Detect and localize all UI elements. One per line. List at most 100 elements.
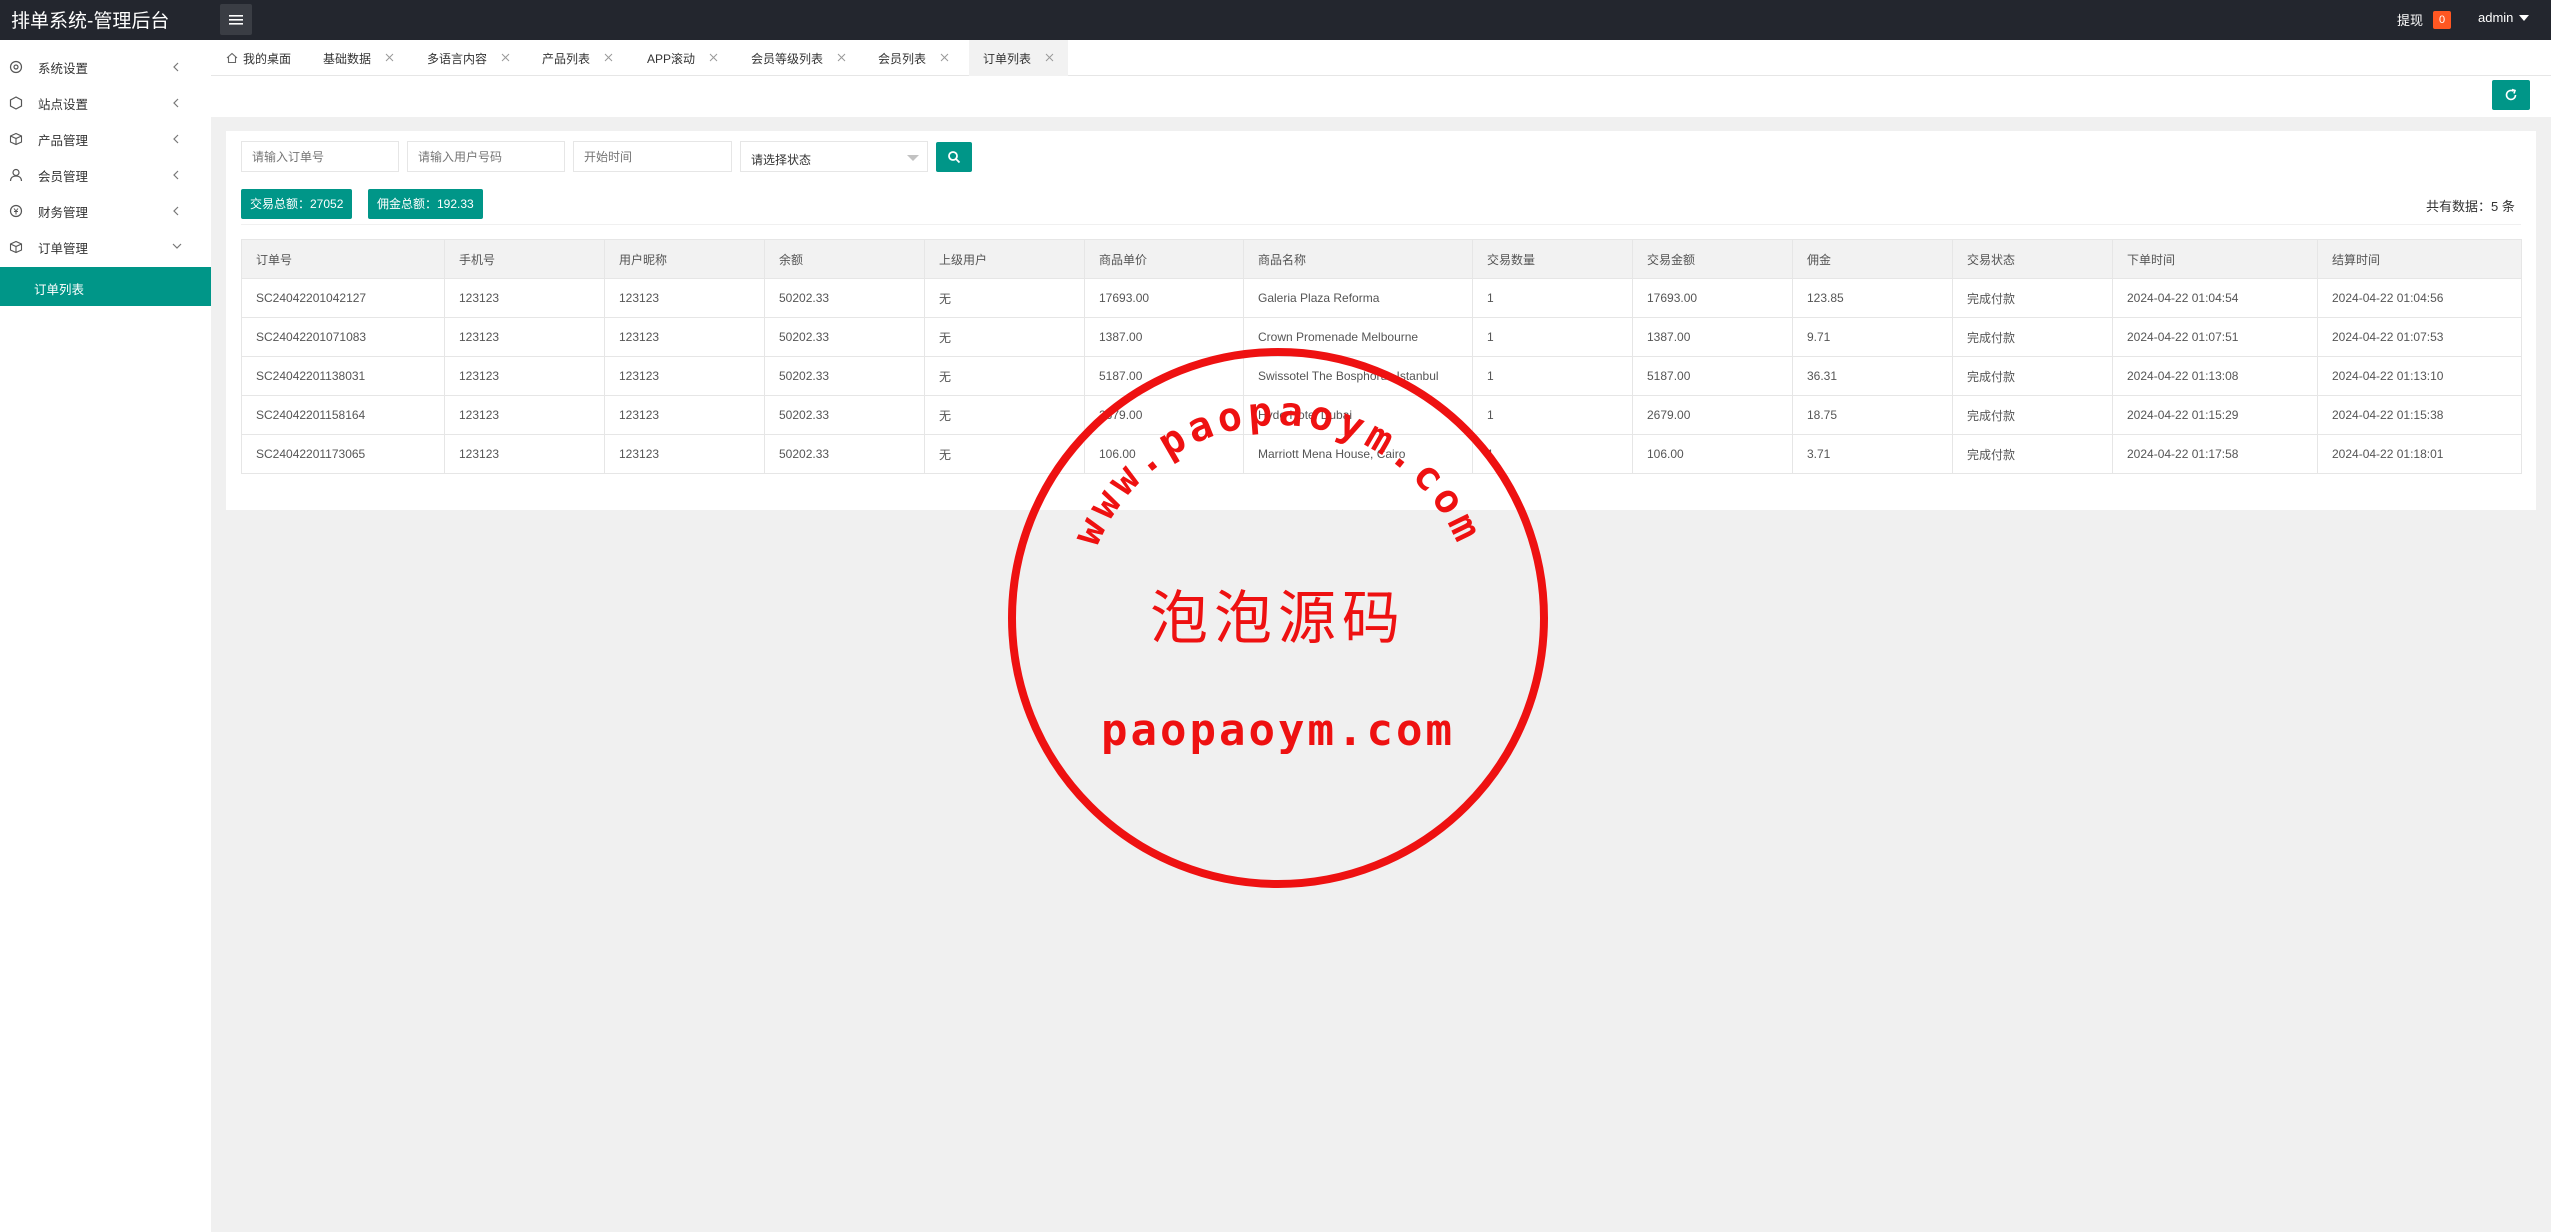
table-cell: 18.75 <box>1792 395 1953 435</box>
withdraw-count-badge: 0 <box>2433 10 2452 29</box>
withdraw-link[interactable]: 提现 0 <box>2397 10 2452 29</box>
search-button[interactable] <box>936 142 972 172</box>
menu-toggle-button[interactable] <box>220 4 252 35</box>
table-cell: 2024-04-22 01:13:10 <box>2317 356 2522 396</box>
table-cell: 9.71 <box>1792 317 1953 357</box>
table-cell: 无 <box>924 434 1085 474</box>
table-cell: 2024-04-22 01:04:56 <box>2317 278 2522 318</box>
sidebar-item-label: 系统设置 <box>38 61 89 76</box>
user-icon <box>9 168 23 182</box>
table-cell: 2024-04-22 01:13:08 <box>2112 356 2318 396</box>
sidebar-item-label: 订单管理 <box>38 241 89 256</box>
table-cell: 完成付款 <box>1952 317 2113 357</box>
tab-product-list[interactable]: 产品列表 <box>542 40 613 76</box>
table-cell: Marriott Mena House, Cairo <box>1243 434 1473 474</box>
sidebar-item-member-management[interactable]: 会员管理 <box>0 157 211 193</box>
table-cell: 2024-04-22 01:15:38 <box>2317 395 2522 435</box>
search-icon <box>948 151 961 164</box>
table-cell: 123123 <box>444 317 605 357</box>
refresh-icon <box>2505 88 2517 101</box>
table-row: SC24042201173065 123123 123123 50202.33 … <box>241 434 2522 474</box>
close-icon[interactable] <box>604 51 613 65</box>
app-title: 排单系统-管理后台 <box>11 11 170 32</box>
table-cell: 123123 <box>604 317 765 357</box>
sidebar-item-label: 财务管理 <box>38 205 89 220</box>
column-header: 用户昵称 <box>604 239 765 279</box>
table-cell: 36.31 <box>1792 356 1953 396</box>
tab-basic-data[interactable]: 基础数据 <box>323 40 394 76</box>
user-phone-input[interactable] <box>407 141 565 172</box>
stamp-bottom-text: paopaoym.com <box>1101 705 1455 756</box>
table-cell: 123.85 <box>1792 278 1953 318</box>
table-cell: SC24042201173065 <box>241 434 445 474</box>
table-cell: 1 <box>1472 356 1633 396</box>
close-icon[interactable] <box>709 51 718 65</box>
table-cell: 123123 <box>444 356 605 396</box>
table-cell: 123123 <box>444 395 605 435</box>
table-cell: 1387.00 <box>1632 317 1793 357</box>
column-header: 交易金额 <box>1632 239 1793 279</box>
table-cell: 无 <box>924 356 1085 396</box>
caret-down-icon <box>907 155 919 161</box>
close-icon[interactable] <box>385 51 394 65</box>
close-icon[interactable] <box>940 51 949 65</box>
sidebar-item-system-settings[interactable]: 系统设置 <box>0 49 211 85</box>
tab-home[interactable]: 我的桌面 <box>226 40 291 76</box>
tab-label: 产品列表 <box>542 51 591 66</box>
tab-app-scroll[interactable]: APP滚动 <box>647 40 718 76</box>
sidebar-item-order-management[interactable]: 订单管理 <box>0 229 211 265</box>
tab-member-list[interactable]: 会员列表 <box>878 40 949 76</box>
table-cell: 50202.33 <box>764 434 925 474</box>
tab-multilang-content[interactable]: 多语言内容 <box>427 40 510 76</box>
order-icon <box>9 240 23 254</box>
chevron-down-icon <box>172 243 182 249</box>
table-cell: 123123 <box>604 356 765 396</box>
column-header: 手机号 <box>444 239 605 279</box>
sidebar-item-product-management[interactable]: 产品管理 <box>0 121 211 157</box>
table-cell: 1 <box>1472 395 1633 435</box>
table-cell: 50202.33 <box>764 317 925 357</box>
top-header: 排单系统-管理后台 提现 0 admin <box>0 0 2551 40</box>
table-cell: 完成付款 <box>1952 278 2113 318</box>
withdraw-label: 提现 <box>2397 13 2424 28</box>
tab-member-level-list[interactable]: 会员等级列表 <box>751 40 846 76</box>
table-row: SC24042201158164 123123 123123 50202.33 … <box>241 395 2522 435</box>
table-cell: SC24042201138031 <box>241 356 445 396</box>
tab-label: 多语言内容 <box>427 51 488 66</box>
commission-total-badge: 佣金总额：192.33 <box>368 189 483 219</box>
user-name: admin <box>2478 10 2514 25</box>
table-row: SC24042201138031 123123 123123 50202.33 … <box>241 356 2522 396</box>
status-select[interactable]: 请选择状态 <box>740 141 928 172</box>
table-cell: 2024-04-22 01:15:29 <box>2112 395 2318 435</box>
table-cell: 123123 <box>444 434 605 474</box>
table-cell: SC24042201071083 <box>241 317 445 357</box>
table-cell: 无 <box>924 317 1085 357</box>
order-number-input[interactable] <box>241 141 399 172</box>
sidebar-item-order-list[interactable]: 订单列表 <box>0 267 211 306</box>
close-icon[interactable] <box>501 51 510 65</box>
tab-label: 订单列表 <box>983 51 1032 66</box>
close-icon[interactable] <box>1045 51 1054 65</box>
table-cell: SC24042201042127 <box>241 278 445 318</box>
table-cell: Hyde Hotel Dubai <box>1243 395 1473 435</box>
table-header-row: 订单号 手机号 用户昵称 余额 上级用户 商品单价 商品名称 交易数量 交易金额… <box>241 239 2522 279</box>
chevron-left-icon <box>173 134 179 144</box>
close-icon[interactable] <box>837 51 846 65</box>
sidebar-item-finance-management[interactable]: 财务管理 <box>0 193 211 229</box>
tab-order-list[interactable]: 订单列表 <box>969 40 1069 76</box>
table-cell: 17693.00 <box>1632 278 1793 318</box>
sidebar-item-site-settings[interactable]: 站点设置 <box>0 85 211 121</box>
column-header: 余额 <box>764 239 925 279</box>
table-cell: Galeria Plaza Reforma <box>1243 278 1473 318</box>
user-menu[interactable]: admin <box>2478 10 2530 25</box>
refresh-button[interactable] <box>2492 80 2530 110</box>
column-header: 上级用户 <box>924 239 1085 279</box>
tab-label: 我的桌面 <box>243 51 292 66</box>
gear-icon <box>9 60 23 74</box>
home-icon <box>226 52 238 64</box>
start-time-input[interactable] <box>573 141 732 172</box>
sidebar-item-label: 会员管理 <box>38 169 89 184</box>
sidebar-item-label: 站点设置 <box>38 97 89 112</box>
tab-label: APP滚动 <box>647 51 696 66</box>
table-cell: 2024-04-22 01:18:01 <box>2317 434 2522 474</box>
